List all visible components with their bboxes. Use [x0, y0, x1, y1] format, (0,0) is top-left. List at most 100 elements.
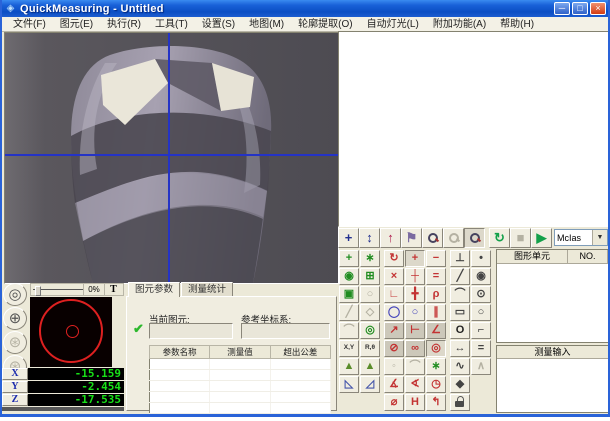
- crosshair-tool-button[interactable]: ┼: [405, 268, 425, 285]
- wave-tool-button[interactable]: ∿: [450, 358, 470, 375]
- bullseye-button[interactable]: ◎: [360, 322, 380, 339]
- menu-tools[interactable]: 工具(T): [148, 18, 195, 31]
- refresh-button[interactable]: ↻: [489, 228, 510, 248]
- diameter-button[interactable]: ⌀: [384, 394, 404, 411]
- line-tool-button[interactable]: ╱: [450, 268, 470, 285]
- minimize-button[interactable]: ─: [554, 2, 570, 15]
- equals-tool-button[interactable]: =: [426, 268, 446, 285]
- angle-lines-button[interactable]: ∡: [384, 376, 404, 393]
- current-element-field[interactable]: [149, 323, 233, 339]
- tab-measure-stats[interactable]: 测量统计: [181, 282, 233, 296]
- horizontal-arrow-button[interactable]: ↔: [450, 340, 470, 357]
- point-tool-button[interactable]: •: [471, 250, 491, 267]
- light-t-button[interactable]: T: [104, 284, 122, 295]
- menu-map[interactable]: 地图(M): [242, 18, 291, 31]
- protractor-button[interactable]: ∢: [405, 376, 425, 393]
- add-element-button[interactable]: +: [339, 250, 359, 267]
- circle-tool-button[interactable]: ◉: [471, 268, 491, 285]
- menu-auto-light[interactable]: 自动灯光(L): [360, 18, 426, 31]
- distance-point-line-button[interactable]: ⊢: [405, 322, 425, 339]
- star-plus-button[interactable]: ∗: [426, 358, 446, 375]
- graphics-panel[interactable]: [338, 31, 609, 227]
- corner-arrow-button[interactable]: ↰: [426, 394, 446, 411]
- coord-xy-button[interactable]: X,Y: [339, 340, 359, 357]
- clock-button[interactable]: ◷: [426, 376, 446, 393]
- rotate-tool-button[interactable]: ↻: [384, 250, 404, 267]
- two-circles-button[interactable]: ∞: [405, 340, 425, 357]
- ref-frame-field[interactable]: [241, 323, 330, 339]
- menu-settings[interactable]: 设置(S): [195, 18, 242, 31]
- circle-dot-button[interactable]: ◉: [339, 268, 359, 285]
- add-element-icon: +: [346, 253, 352, 264]
- delete-x-button[interactable]: ×: [384, 268, 404, 285]
- menu-help[interactable]: 帮助(H): [493, 18, 541, 31]
- light-intensity-slider[interactable]: [33, 285, 83, 294]
- combo-dropdown-icon[interactable]: ▼: [592, 230, 607, 245]
- add-multi-button[interactable]: ∗: [360, 250, 380, 267]
- big-circle-button[interactable]: ◯: [384, 304, 404, 321]
- perpendicular-tool-button[interactable]: ⊥: [450, 250, 470, 267]
- boxed-plus-button[interactable]: ⊞: [360, 268, 380, 285]
- ring-light-cross-button[interactable]: ⊕: [3, 307, 27, 330]
- point-move-button[interactable]: ↑: [380, 228, 401, 248]
- terrain-button-1[interactable]: ▲: [339, 358, 359, 375]
- rectangle-tool-button[interactable]: ▭: [450, 304, 470, 321]
- measure-mode-combo[interactable]: McIas ▼: [554, 229, 608, 246]
- slider-thumb[interactable]: [35, 286, 41, 296]
- circle-line-distance-button[interactable]: ⊘: [384, 340, 404, 357]
- lock-button[interactable]: [450, 394, 470, 411]
- menu-element[interactable]: 图元(E): [53, 18, 100, 31]
- perp-foot-button[interactable]: ∟: [384, 286, 404, 303]
- menu-addons[interactable]: 附加功能(A): [426, 18, 493, 31]
- slope-button-2[interactable]: ◿: [360, 376, 380, 393]
- flag-button[interactable]: ⚑: [401, 228, 422, 248]
- width-h-button[interactable]: H: [405, 394, 425, 411]
- menu-file[interactable]: 文件(F): [6, 18, 53, 31]
- circle-circle-distance-button[interactable]: ◎: [426, 340, 446, 357]
- distance-line-button[interactable]: ↗: [384, 322, 404, 339]
- distance-angle-button[interactable]: ∠: [426, 322, 446, 339]
- parallel-button[interactable]: ∥: [426, 304, 446, 321]
- graphic-unit-header-name[interactable]: 图形单元: [497, 250, 568, 263]
- slope-button-1[interactable]: ◺: [339, 376, 359, 393]
- menu-contour-extract[interactable]: 轮廓提取(O): [291, 18, 359, 31]
- measure-input-area[interactable]: [497, 359, 608, 409]
- graphic-unit-header-no[interactable]: NO.: [568, 250, 608, 263]
- minus-tool-button[interactable]: −: [426, 250, 446, 267]
- move-cross-button[interactable]: ╋: [405, 286, 425, 303]
- small-circle-button[interactable]: ○: [405, 304, 425, 321]
- close-button[interactable]: ×: [590, 2, 606, 15]
- run-button[interactable]: ▶: [531, 228, 552, 248]
- zoom-window-button[interactable]: [464, 228, 485, 248]
- arc-tool-button[interactable]: ⌒: [450, 286, 470, 303]
- red-cross-tool-button[interactable]: +: [405, 250, 425, 267]
- search-point-button[interactable]: ρ: [426, 286, 446, 303]
- zoom-in-button[interactable]: [422, 228, 443, 248]
- maximize-button[interactable]: □: [572, 2, 588, 15]
- params-table-cell: [210, 414, 270, 418]
- oval-tool-button[interactable]: ○: [471, 304, 491, 321]
- menu-run[interactable]: 执行(R): [100, 18, 148, 31]
- coord-polar-button[interactable]: R,θ: [360, 340, 380, 357]
- element-params-panel: 图元参数测量统计 ✔ 当前图元: 参考坐标系: 参数名称测量值超出公差: [126, 282, 337, 411]
- terrain-button-1-icon: ▲: [344, 361, 355, 372]
- title-bar[interactable]: ◈ QuickMeasuring - Untitled ─□×: [2, 0, 608, 17]
- ring-light-center-button[interactable]: ◎: [3, 283, 27, 306]
- camera-capture-button[interactable]: ▣: [339, 286, 359, 303]
- terrain-button-2[interactable]: ▲: [360, 358, 380, 375]
- bold-o-button[interactable]: O: [450, 322, 470, 339]
- add-multi-icon: ∗: [365, 253, 374, 264]
- tab-element-params[interactable]: 图元参数: [128, 282, 180, 297]
- pan-button[interactable]: +: [338, 228, 359, 248]
- check-icon: ✔: [133, 321, 144, 337]
- curve-tool-button[interactable]: ⌐: [471, 322, 491, 339]
- vertical-move-button[interactable]: ↕: [359, 228, 380, 248]
- camera-view[interactable]: [4, 32, 339, 284]
- params-table-row: [150, 359, 331, 370]
- layers-button[interactable]: ◆: [450, 376, 470, 393]
- eye-tool-button[interactable]: ⊙: [471, 286, 491, 303]
- graphic-unit-list[interactable]: [497, 264, 608, 342]
- boxed-plus-icon: ⊞: [365, 271, 374, 282]
- params-table[interactable]: 参数名称测量值超出公差: [149, 345, 331, 417]
- equals-black-button[interactable]: =: [471, 340, 491, 357]
